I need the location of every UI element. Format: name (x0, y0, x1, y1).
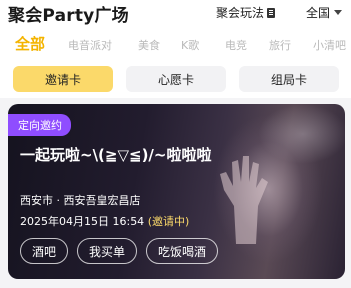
directed-invite-badge: 定向邀约 (8, 114, 71, 136)
region-label: 全国 (306, 6, 331, 20)
category-tab-travel[interactable]: 旅行 (269, 37, 291, 53)
subtab-wish-card[interactable]: 心愿卡 (126, 66, 226, 92)
raised-hand-image (220, 156, 268, 244)
page-title: 聚会Party广场 (8, 6, 129, 26)
card-title: 一起玩啦~\(≧▽≦)/~啦啦啦 (20, 146, 212, 164)
category-tab-karaoke[interactable]: K歌 (181, 37, 199, 53)
card-status: (邀请中) (147, 215, 190, 228)
party-guide-label: 聚会玩法 (216, 6, 265, 20)
card-time-value: 2025年04月15日 16:54 (20, 215, 145, 228)
subtab-group-card[interactable]: 组局卡 (239, 66, 339, 92)
top-bar: 聚会Party广场 聚会玩法 全国 (0, 0, 351, 28)
category-tabs: 全部 电音派对 美食 K歌 电竞 旅行 小清吧 (0, 28, 351, 58)
card-datetime: 2025年04月15日 16:54 (邀请中) (20, 213, 189, 229)
document-icon (267, 7, 276, 18)
party-card[interactable]: 定向邀约 一起玩啦~\(≧▽≦)/~啦啦啦 西安市 · 西安吾皇宏昌店 2025… (8, 104, 345, 279)
card-type-tabs: 邀请卡 心愿卡 组局卡 (0, 58, 351, 98)
card-tags: 酒吧 我买单 吃饭喝酒 (20, 238, 219, 264)
region-selector[interactable]: 全国 (306, 4, 343, 21)
category-tab-esports[interactable]: 电竞 (225, 37, 247, 53)
subtab-invitation-card[interactable]: 邀请卡 (13, 66, 113, 92)
tag-i-pay: 我买单 (77, 238, 138, 264)
card-location: 西安市 · 西安吾皇宏昌店 (20, 194, 141, 207)
category-tab-all[interactable]: 全部 (15, 33, 45, 54)
category-tab-electronic-party[interactable]: 电音派对 (68, 37, 112, 53)
party-guide-link[interactable]: 聚会玩法 (216, 4, 276, 21)
category-tab-food[interactable]: 美食 (138, 37, 160, 53)
category-tab-small-bar[interactable]: 小清吧 (313, 37, 346, 53)
tag-bar: 酒吧 (20, 238, 69, 264)
caret-down-icon (334, 10, 343, 15)
tag-eat-drink: 吃饭喝酒 (146, 238, 219, 264)
